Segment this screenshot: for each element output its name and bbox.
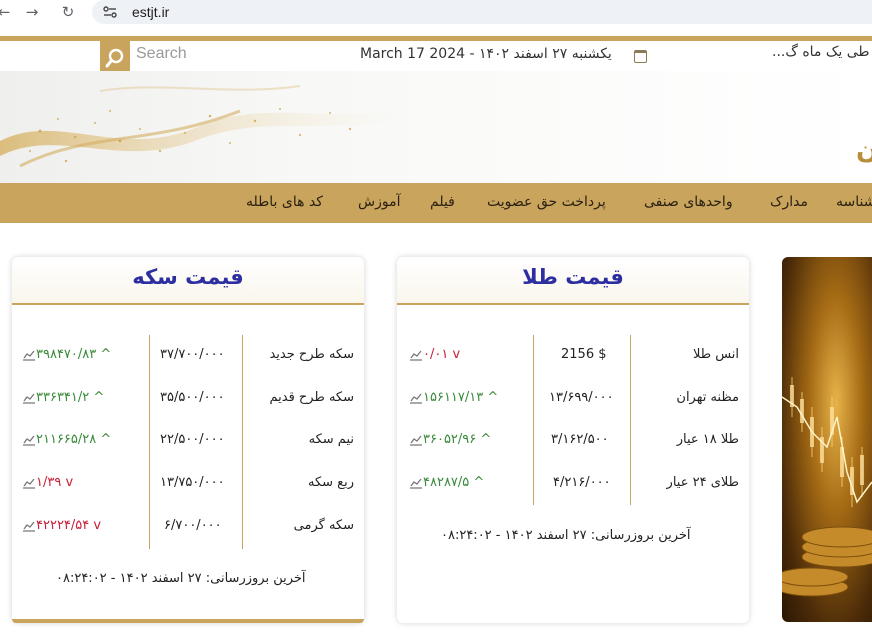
gold-change: ۰/۰۱ v — [407, 347, 460, 362]
gold-name: انس طلا — [692, 347, 739, 362]
address-bar[interactable]: estjt.ir — [92, 0, 872, 24]
gold-chart-photo[interactable] — [782, 257, 872, 622]
coin-name: نیم سکه — [308, 432, 354, 447]
gold-price: 2156 $ — [561, 347, 607, 362]
menu-item-documents[interactable]: مدارک — [770, 194, 808, 210]
arrow-down-icon: v — [452, 347, 461, 362]
current-date: یکشنبه ۲۷ اسفند ۱۴۰۲ - March 17 2024 — [360, 46, 612, 62]
coin-name: سکه طرح جدید — [269, 347, 354, 362]
site-logo-fragment[interactable]: ن — [856, 135, 872, 165]
card-header: قیمت سکه — [12, 257, 364, 305]
arrow-up-icon: ^ — [487, 390, 499, 405]
url-text: estjt.ir — [132, 4, 170, 20]
coin-change: ۴۲۲۲۴/۵۴ v — [20, 518, 101, 533]
table-row: ربع سکه ۱۳/۷۵۰/۰۰۰ ۱/۳۹ v — [12, 473, 364, 497]
gold-name: طلا ۱۸ عیار — [676, 432, 739, 447]
chart-icon — [23, 521, 35, 532]
gold-change: ۴۸۲۸۷/۵ ^ — [407, 475, 484, 490]
chart-icon — [23, 435, 35, 446]
chart-icon — [410, 350, 422, 361]
menu-item-id[interactable]: شناسه — [836, 194, 872, 210]
forward-arrow-icon[interactable]: → — [22, 2, 42, 22]
chart-icon — [410, 393, 422, 404]
coin-change: ۳۳۶۳۴۱/۲ ^ — [20, 390, 104, 405]
coin-price: ۳۷/۷۰۰/۰۰۰ — [160, 347, 225, 362]
coin-change-value: ۴۲۲۲۴/۵۴ — [36, 518, 90, 533]
arrow-down-icon: v — [93, 518, 102, 533]
coin-name: سکه طرح قدیم — [269, 390, 354, 405]
chart-icon — [23, 478, 35, 489]
gold-name: طلای ۲۴ عیار — [666, 475, 739, 490]
table-row: طلا ۱۸ عیار ۳/۱۶۲/۵۰۰ ۳۶۰۵۲/۹۶ ^ — [397, 430, 749, 454]
coin-change-value: ۳۹۸۴۷۰/۸۳ — [36, 347, 97, 362]
gold-price-card: قیمت طلا انس طلا 2156 $ ۰/۰۱ v مظنه تهرا… — [397, 257, 749, 623]
card-header: قیمت طلا — [397, 257, 749, 305]
table-row: سکه گرمی ۶/۷۰۰/۰۰۰ ۴۲۲۲۴/۵۴ v — [12, 516, 364, 540]
table-row: طلای ۲۴ عیار ۴/۲۱۶/۰۰۰ ۴۸۲۸۷/۵ ^ — [397, 473, 749, 497]
chart-icon — [23, 350, 35, 361]
table-row: سکه طرح قدیم ۳۵/۵۰۰/۰۰۰ ۳۳۶۳۴۱/۲ ^ — [12, 388, 364, 412]
last-update: آخرین بروزرسانی: ۲۷ اسفند ۱۴۰۲ - ۰۸:۲۴:۰… — [56, 571, 306, 586]
gold-change: ۱۵۶۱۱۷/۱۳ ^ — [407, 390, 498, 405]
main-menu: کد های باطله آموزش فیلم پرداخت حق عضویت … — [0, 183, 872, 223]
gold-change-value: ۳۶۰۵۲/۹۶ — [423, 432, 477, 447]
coin-name: سکه گرمی — [293, 518, 354, 533]
menu-item-film[interactable]: فیلم — [430, 194, 455, 210]
menu-item-guild-units[interactable]: واحدهای صنفی — [644, 194, 733, 210]
arrow-up-icon: ^ — [93, 390, 105, 405]
arrow-down-icon: v — [65, 475, 74, 490]
coin-price: ۲۲/۵۰۰/۰۰۰ — [160, 432, 225, 447]
gold-price: ۱۳/۶۹۹/۰۰۰ — [549, 390, 614, 405]
menu-item-void-codes[interactable]: کد های باطله — [246, 194, 323, 210]
arrow-up-icon: ^ — [480, 432, 492, 447]
news-ticker[interactable]: طی یک ماه گ... — [772, 44, 870, 60]
chart-icon — [23, 393, 35, 404]
last-update: آخرین بروزرسانی: ۲۷ اسفند ۱۴۰۲ - ۰۸:۲۴:۰… — [441, 528, 691, 543]
coin-name: ربع سکه — [308, 475, 354, 490]
reload-icon[interactable]: ↻ — [58, 2, 78, 22]
table-row: سکه طرح جدید ۳۷/۷۰۰/۰۰۰ ۳۹۸۴۷۰/۸۳ ^ — [12, 345, 364, 369]
site-settings-icon[interactable] — [102, 4, 118, 20]
gold-name: مظنه تهران — [676, 390, 739, 405]
calendar-icon — [634, 50, 647, 63]
gold-price: ۴/۲۱۶/۰۰۰ — [553, 475, 611, 490]
gold-swirl-decoration — [0, 85, 400, 168]
card-bottom-border — [12, 619, 364, 623]
coin-price: ۶/۷۰۰/۰۰۰ — [164, 518, 222, 533]
arrow-up-icon: ^ — [100, 347, 112, 362]
coin-change-value: ۳۳۶۳۴۱/۲ — [36, 390, 90, 405]
gold-card-title: قیمت طلا — [522, 265, 624, 289]
table-row: نیم سکه ۲۲/۵۰۰/۰۰۰ ۲۱۱۶۶۵/۲۸ ^ — [12, 430, 364, 454]
browser-toolbar: ← → ↻ estjt.ir — [0, 0, 872, 25]
search-icon — [105, 48, 124, 68]
coin-price: ۱۳/۷۵۰/۰۰۰ — [160, 475, 225, 490]
gold-price: ۳/۱۶۲/۵۰۰ — [551, 432, 609, 447]
gold-change: ۳۶۰۵۲/۹۶ ^ — [407, 432, 491, 447]
gold-change-value: ۴۸۲۸۷/۵ — [423, 475, 470, 490]
arrow-up-icon: ^ — [100, 432, 112, 447]
table-row: مظنه تهران ۱۳/۶۹۹/۰۰۰ ۱۵۶۱۱۷/۱۳ ^ — [397, 388, 749, 412]
menu-item-education[interactable]: آموزش — [358, 194, 400, 210]
coin-change: ۱/۳۹ v — [20, 475, 73, 490]
gold-change-value: ۰/۰۱ — [423, 347, 449, 362]
coin-price: ۳۵/۵۰۰/۰۰۰ — [160, 390, 225, 405]
menu-item-membership-fee[interactable]: پرداخت حق عضویت — [487, 194, 606, 210]
back-arrow-icon[interactable]: ← — [0, 2, 14, 22]
search-input[interactable]: Search — [136, 45, 187, 63]
chart-icon — [410, 478, 422, 489]
chart-icon — [410, 435, 422, 446]
coin-change-value: ۲۱۱۶۶۵/۲۸ — [36, 432, 97, 447]
arrow-up-icon: ^ — [473, 475, 485, 490]
coin-card-title: قیمت سکه — [132, 265, 244, 289]
coin-change: ۲۱۱۶۶۵/۲۸ ^ — [20, 432, 111, 447]
candlestick-chart-image — [782, 377, 872, 597]
table-row: انس طلا 2156 $ ۰/۰۱ v — [397, 345, 749, 369]
header-banner: ن — [0, 71, 872, 183]
coin-change-value: ۱/۳۹ — [36, 475, 62, 490]
gold-change-value: ۱۵۶۱۱۷/۱۳ — [423, 390, 484, 405]
coin-change: ۳۹۸۴۷۰/۸۳ ^ — [20, 347, 111, 362]
coin-price-card: قیمت سکه سکه طرح جدید ۳۷/۷۰۰/۰۰۰ ۳۹۸۴۷۰/… — [12, 257, 364, 623]
